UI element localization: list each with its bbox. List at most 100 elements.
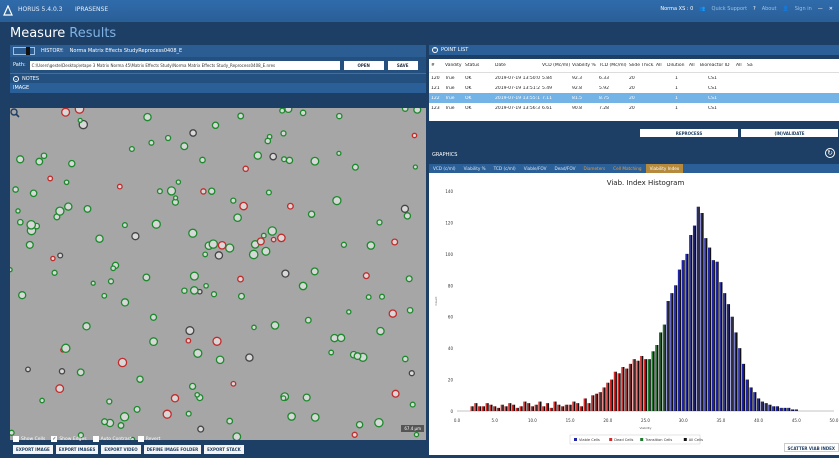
export-images-button[interactable]: EXPORT IMAGES (55, 445, 99, 454)
show-edges-checkbox[interactable]: ✓ Show Edges (51, 436, 87, 442)
column-header[interactable]: VCD (Mc/ml) (540, 63, 570, 68)
expand-icon[interactable]: ⌄ (13, 75, 19, 82)
x-tick-label: 45.0 (792, 418, 801, 423)
table-cell: True (445, 105, 455, 111)
transition-bar (662, 324, 665, 411)
cell-marker (298, 281, 308, 291)
tab-dead-fov[interactable]: Dead/FOV (551, 164, 580, 173)
transition-bar (651, 351, 654, 411)
cell-marker (25, 366, 31, 373)
column-header[interactable]: Viability % (570, 63, 597, 68)
notes-header[interactable]: ⌄ NOTES (10, 73, 426, 83)
cell-marker (77, 117, 83, 124)
export-stack-button[interactable]: EXPORT STACK (204, 445, 244, 454)
cell-marker (376, 219, 383, 226)
dead-bar (564, 404, 567, 411)
minimize-button[interactable]: — (818, 6, 823, 12)
collapse-icon[interactable]: ⌃ (432, 47, 438, 53)
tab-viability-index[interactable]: Viability Index (645, 164, 684, 173)
history-toggle[interactable] (13, 47, 35, 55)
zoom-icon[interactable] (10, 108, 20, 118)
cell-marker (406, 306, 414, 314)
column-header[interactable]: All (734, 63, 745, 68)
cell-marker (256, 237, 265, 246)
column-header[interactable]: Sa (745, 63, 753, 68)
export-video-button[interactable]: EXPORT VIDEO (101, 445, 141, 454)
viable-bar (708, 247, 710, 411)
table-row[interactable]: 120 True OK 2019-07-19 13:50:05 5.84 92.3 6.33… (429, 73, 839, 83)
dead-bar (515, 407, 518, 411)
invalidate-button[interactable]: (IN)VALIDATE (740, 128, 839, 138)
all-cells-bar (604, 387, 606, 411)
column-header[interactable]: # (429, 63, 443, 68)
quick-support-link[interactable]: Quick Support (712, 6, 748, 12)
all-cells-bar (668, 301, 670, 411)
cell-marker (336, 333, 346, 343)
cell-marker (237, 112, 245, 120)
cell-marker (83, 204, 92, 213)
scatter-viab-index-button[interactable]: SCATTER VIAB INDEX (783, 443, 839, 452)
path-row: Path: C:\Users\geste\Desktop\etape 3 Mat… (10, 57, 426, 73)
cell-marker (280, 395, 287, 402)
auto-contrast-checkbox[interactable]: Auto Contrast (92, 436, 132, 442)
microscope-image[interactable]: 67.4 µm (10, 108, 426, 440)
dead-bar (542, 406, 544, 411)
viable-bar (783, 407, 785, 411)
table-row[interactable]: 123 True OK 2019-07-19 13:56:37 6.61 90.8 7.28… (429, 103, 839, 113)
table-cell: 20 (629, 75, 635, 81)
point-list-header[interactable]: ⌃ POINT LIST (429, 45, 839, 55)
user-icon[interactable]: 👤 (783, 6, 789, 12)
cell-marker (64, 202, 73, 211)
sign-in-link[interactable]: Sign in (795, 6, 812, 12)
close-button[interactable]: ✕ (829, 6, 833, 12)
cell-marker (199, 156, 206, 164)
page-title-sub[interactable]: Results (69, 26, 116, 41)
tab-vcd-c-ml-[interactable]: VCD (c/ml) (429, 164, 460, 173)
tab-diameters[interactable]: Diameters (579, 164, 609, 173)
path-input[interactable]: C:\Users\geste\Desktop\etape 3 Matrix No… (29, 60, 340, 70)
export-image-button[interactable]: EXPORT IMAGE (13, 445, 53, 454)
tab-viability-[interactable]: Viability % (460, 164, 490, 173)
cell-marker (299, 109, 307, 117)
reprocess-button[interactable]: REPROCESS (639, 128, 739, 138)
cell-marker (391, 238, 399, 246)
dead-bar (496, 407, 499, 411)
open-button[interactable]: OPEN (343, 60, 384, 70)
save-button[interactable]: SAVE (387, 60, 418, 70)
refresh-icon[interactable]: ↻ (825, 148, 835, 158)
define-image-folder-button[interactable]: DEFINE IMAGE FOLDER (143, 445, 202, 454)
y-tick-label: 120 (445, 220, 453, 225)
about-link[interactable]: About (762, 6, 777, 12)
table-row[interactable]: 122 True OK 2019-07-19 13:55:13 7.11 81.5 8.75… (429, 93, 839, 103)
table-cell: OK (465, 95, 472, 101)
tab-viable-fov[interactable]: Viable/FOV (520, 164, 551, 173)
revert-checkbox[interactable]: Revert (137, 436, 160, 442)
tab-cell-matching[interactable]: Cell Matching (609, 164, 645, 173)
support-icon[interactable]: 👥 (699, 6, 705, 12)
cell-marker (239, 201, 248, 211)
column-header[interactable]: TCD (Mc/ml) (597, 63, 627, 68)
column-header[interactable]: All (687, 63, 698, 68)
y-tick-label: 60 (448, 315, 454, 320)
show-cells-checkbox[interactable]: Show Cells (13, 436, 45, 442)
history-row: HISTORY: Norma Matrix Effects StudyRepro… (10, 45, 426, 57)
column-header[interactable]: Bioreactor ID (698, 63, 734, 68)
column-header[interactable]: Status (463, 63, 493, 68)
histogram-chart: Viab. Index Histogram 0 20 40 60 80 100 120 140 0… (429, 173, 839, 455)
cell-marker (277, 233, 286, 243)
viable-bar (685, 253, 687, 411)
all-cells-bar (551, 407, 553, 411)
tab-tcd-c-ml-[interactable]: TCD (c/ml) (490, 164, 520, 173)
table-cell: 5.92 (599, 85, 610, 91)
column-header[interactable]: Date (493, 63, 540, 68)
help-icon[interactable]: ? (753, 6, 756, 12)
table-cell: 20 (629, 95, 635, 101)
column-header[interactable]: Slide Thick. (627, 63, 654, 68)
column-header[interactable]: Validity (443, 63, 463, 68)
history-value[interactable]: Norma Matrix Effects StudyReprocess0408_… (70, 48, 183, 54)
column-header[interactable]: All (654, 63, 665, 68)
column-header[interactable]: Dilution (665, 63, 687, 68)
dead-bar (553, 401, 556, 411)
viable-bar (790, 409, 793, 411)
table-row[interactable]: 121 True OK 2019-07-19 13:51:28 5.49 92.8 5.92… (429, 83, 839, 93)
